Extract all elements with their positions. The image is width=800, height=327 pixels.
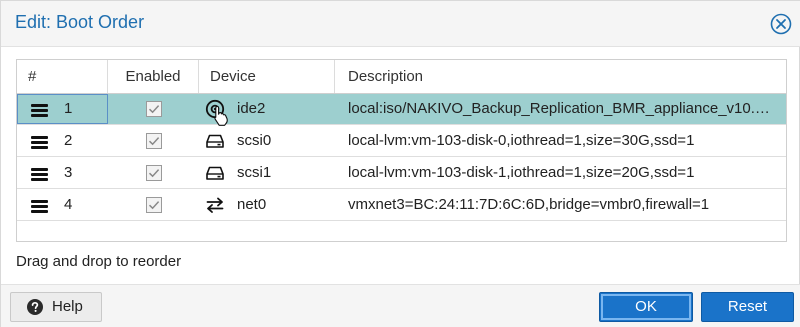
- row-number-cell[interactable]: 4: [17, 190, 108, 220]
- drag-handle-icon[interactable]: [31, 168, 48, 181]
- column-header-enabled[interactable]: Enabled: [108, 60, 199, 93]
- drag-handle-icon[interactable]: [31, 104, 48, 117]
- row-number-cell[interactable]: 1: [17, 94, 108, 124]
- device-name: scsi0: [237, 132, 272, 149]
- table-row[interactable]: 1 ide2 local:iso/NAKIVO_Backup_Replicati…: [17, 94, 786, 125]
- network-exchange-icon: [206, 197, 224, 213]
- harddisk-icon: [206, 166, 224, 180]
- description-cell: local:iso/NAKIVO_Backup_Replication_BMR_…: [348, 100, 778, 117]
- enabled-cell: [108, 158, 199, 188]
- enabled-cell: [108, 126, 199, 156]
- boot-order-grid: # Enabled Device Description 1 ide2 loca…: [16, 59, 787, 242]
- drag-handle-icon[interactable]: [31, 200, 48, 213]
- dialog-footer: Help OK Reset: [1, 284, 800, 327]
- mouse-pointer-icon: [214, 105, 228, 126]
- row-number: 3: [64, 164, 73, 181]
- enabled-checkbox[interactable]: [146, 101, 162, 117]
- table-row[interactable]: 2 scsi0 local-lvm:vm-103-disk-0,iothread…: [17, 126, 786, 157]
- enabled-checkbox[interactable]: [146, 133, 162, 149]
- device-name: scsi1: [237, 164, 272, 181]
- column-header-num[interactable]: #: [17, 60, 108, 93]
- device-name: ide2: [237, 100, 266, 117]
- boot-order-dialog: Edit: Boot Order # Enabled Device Descri…: [0, 0, 800, 327]
- device-cell: net0: [199, 190, 335, 220]
- row-number: 2: [64, 132, 73, 149]
- row-number: 4: [64, 196, 73, 213]
- help-button[interactable]: Help: [10, 292, 102, 322]
- enabled-checkbox[interactable]: [146, 197, 162, 213]
- harddisk-icon: [206, 134, 224, 148]
- table-row[interactable]: 4 net0 vmxnet3=BC:24:11:7D:6C:6D,bridge=…: [17, 190, 786, 221]
- question-circle-icon: [27, 299, 43, 315]
- dialog-title: Edit: Boot Order: [15, 12, 145, 32]
- device-cell: scsi1: [199, 158, 335, 188]
- grid-header: # Enabled Device Description: [17, 60, 786, 94]
- drag-handle-icon[interactable]: [31, 136, 48, 149]
- row-number: 1: [64, 100, 73, 117]
- device-cell: scsi0: [199, 126, 335, 156]
- reorder-hint: Drag and drop to reorder: [16, 253, 182, 270]
- device-name: net0: [237, 196, 267, 213]
- ok-button[interactable]: OK: [599, 292, 693, 322]
- close-icon[interactable]: [770, 13, 792, 35]
- enabled-checkbox[interactable]: [146, 165, 162, 181]
- reset-button[interactable]: Reset: [701, 292, 794, 322]
- column-header-description[interactable]: Description: [335, 60, 786, 93]
- table-row[interactable]: 3 scsi1 local-lvm:vm-103-disk-1,iothread…: [17, 158, 786, 189]
- help-label: Help: [52, 298, 83, 315]
- description-cell: local-lvm:vm-103-disk-1,iothread=1,size=…: [348, 164, 695, 181]
- enabled-cell: [108, 94, 199, 124]
- dialog-titlebar: Edit: Boot Order: [1, 1, 800, 47]
- row-number-cell[interactable]: 2: [17, 126, 108, 156]
- column-header-device[interactable]: Device: [199, 60, 335, 93]
- description-cell: vmxnet3=BC:24:11:7D:6C:6D,bridge=vmbr0,f…: [348, 196, 710, 213]
- row-number-cell[interactable]: 3: [17, 158, 108, 188]
- description-cell: local-lvm:vm-103-disk-0,iothread=1,size=…: [348, 132, 695, 149]
- enabled-cell: [108, 190, 199, 220]
